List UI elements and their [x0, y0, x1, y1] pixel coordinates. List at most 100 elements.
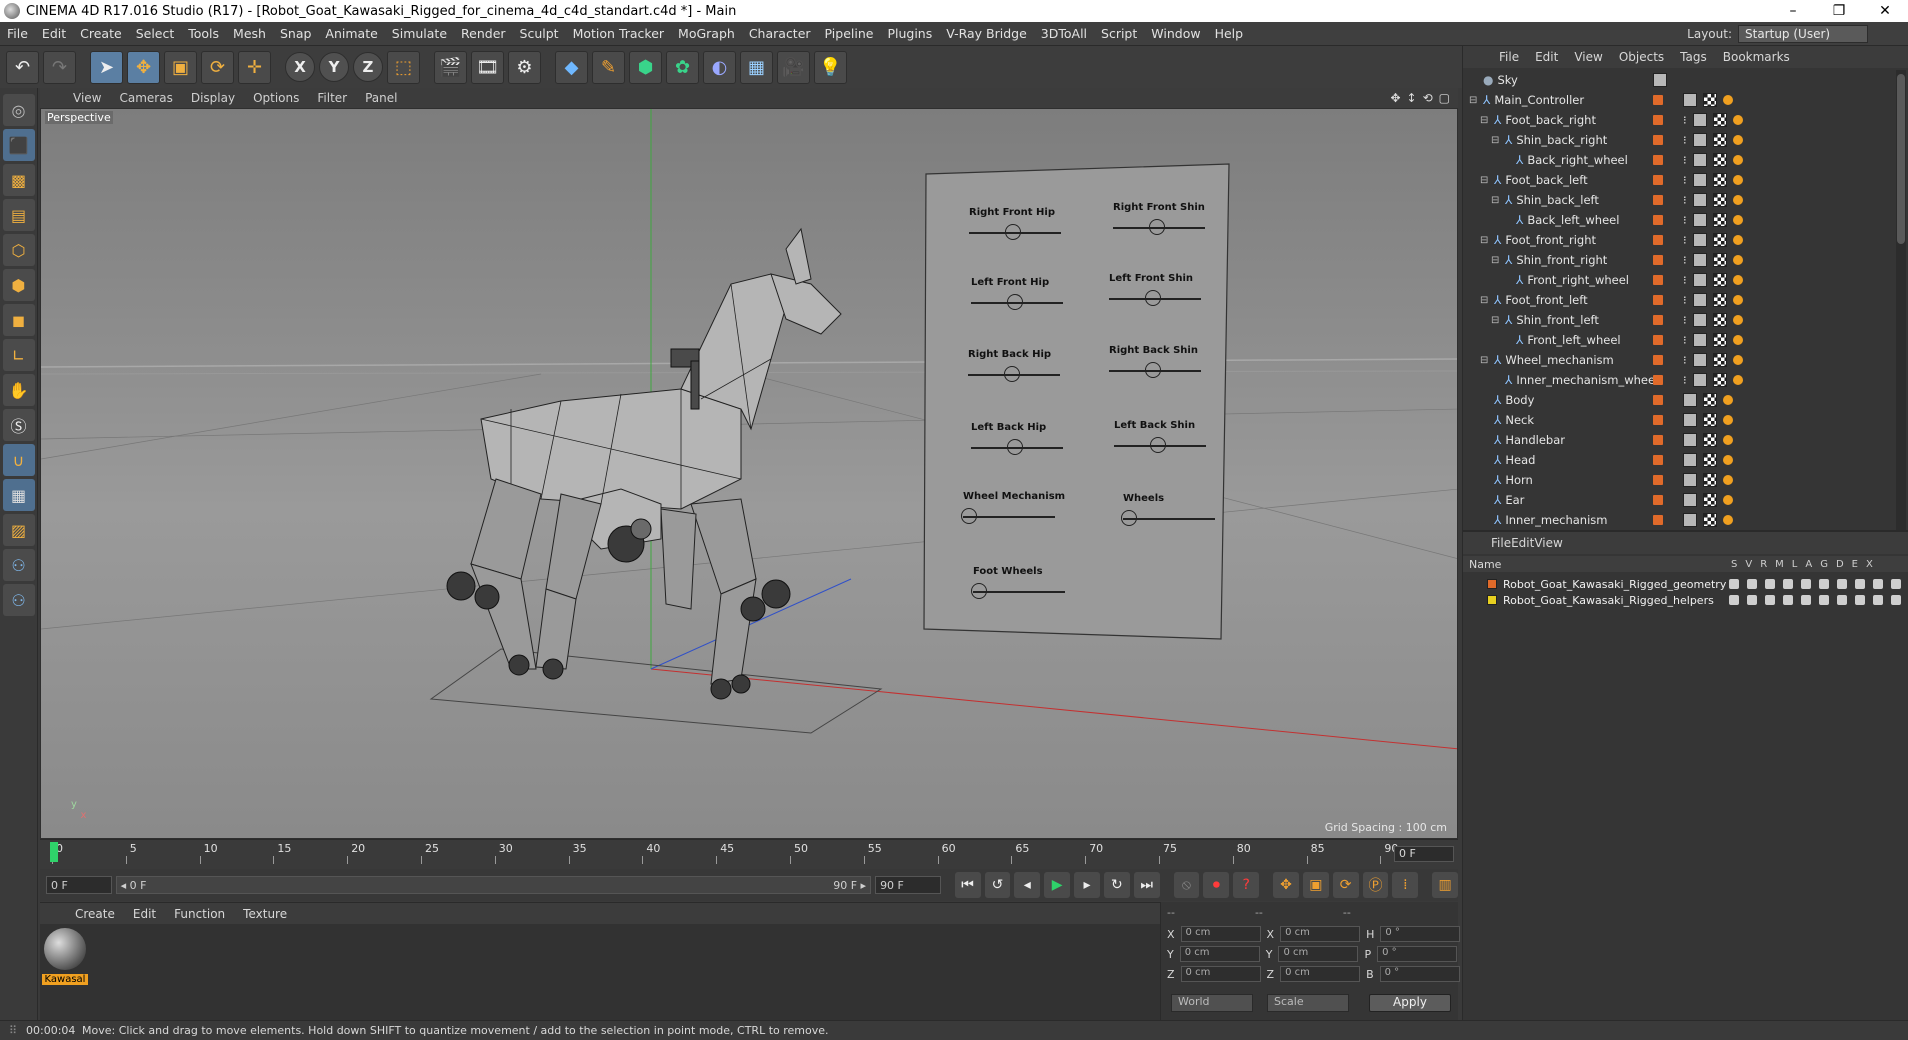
texture-tag-icon[interactable] — [1712, 293, 1727, 307]
board-slider-knob[interactable] — [1004, 366, 1020, 382]
autokeying-icon[interactable]: ? — [1233, 872, 1260, 898]
board-slider-knob[interactable] — [1007, 294, 1023, 310]
object-name[interactable]: Shin_back_left — [1516, 193, 1599, 207]
object-row[interactable]: ⅄ Body — [1463, 390, 1895, 410]
board-slider-track[interactable] — [971, 583, 1065, 599]
object-name[interactable]: Shin_front_right — [1516, 253, 1607, 267]
layer-name[interactable]: Robot_Goat_Kawasaki_Rigged_geometry — [1503, 578, 1726, 591]
menu-sculpt[interactable]: Sculpt — [513, 26, 566, 41]
layer-color-icon[interactable] — [1653, 175, 1663, 185]
coord-value-field[interactable]: 0 cm — [1278, 946, 1359, 962]
menu-animate[interactable]: Animate — [318, 26, 384, 41]
record-keyframe-disabled-icon[interactable]: ⦸ — [1173, 872, 1200, 898]
texture-tag-icon[interactable] — [1712, 113, 1727, 127]
layer-flag-toggle[interactable] — [1765, 595, 1775, 605]
object-name[interactable]: Shin_back_right — [1516, 133, 1607, 147]
tweak-mode-icon[interactable]: ✋ — [2, 374, 35, 406]
texture-tag-icon[interactable] — [1712, 373, 1727, 387]
workplane-icon[interactable]: ▤ — [2, 199, 35, 231]
object-name[interactable]: Front_right_wheel — [1527, 273, 1629, 287]
array-icon[interactable]: ✿ — [666, 50, 699, 84]
menu-tools[interactable]: Tools — [181, 26, 226, 41]
object-row[interactable]: ⊟ ⅄ Foot_back_right ⁝ — [1463, 110, 1895, 130]
viewport-menu-panel[interactable]: Panel — [356, 91, 406, 105]
layer-flag-toggle[interactable] — [1873, 579, 1883, 589]
coord-value-field[interactable]: 0 cm — [1180, 966, 1261, 982]
xpresso-tag-icon[interactable] — [1692, 153, 1707, 167]
ik-tag-icon[interactable]: ⁝ — [1683, 233, 1687, 247]
pan-icon[interactable]: ✥ — [1390, 91, 1400, 105]
layout-dropdown[interactable]: Startup (User) — [1738, 24, 1868, 43]
playhead[interactable] — [50, 842, 58, 862]
spline-pen-icon[interactable]: ✎ — [592, 50, 625, 84]
layer-color-icon[interactable] — [1653, 335, 1663, 345]
model-mode-icon[interactable]: ⬛ — [2, 129, 35, 161]
menu-pipeline[interactable]: Pipeline — [818, 26, 881, 41]
play-icon[interactable]: ▶ — [1044, 872, 1071, 898]
object-menu-file[interactable]: File — [1491, 50, 1527, 64]
object-name[interactable]: Wheel_mechanism — [1505, 353, 1613, 367]
menu-mograph[interactable]: MoGraph — [671, 26, 742, 41]
material-tag-icon[interactable] — [1732, 275, 1743, 285]
board-slider-knob[interactable] — [1005, 224, 1021, 240]
viewport-menu-cameras[interactable]: Cameras — [110, 91, 181, 105]
go-to-start-icon[interactable]: ⏮ — [954, 872, 981, 898]
layer-row[interactable]: Robot_Goat_Kawasaki_Rigged_helpers — [1463, 592, 1908, 608]
ik-tag-icon[interactable]: ⁝ — [1683, 113, 1687, 127]
material-tag-icon[interactable] — [1732, 255, 1743, 265]
object-row[interactable]: ⊟ ⅄ Shin_front_right ⁝ — [1463, 250, 1895, 270]
menu-window[interactable]: Window — [1144, 26, 1207, 41]
object-name[interactable]: Main_Controller — [1494, 93, 1584, 107]
object-row[interactable]: ⅄ Ear — [1463, 490, 1895, 510]
material-tag-icon[interactable] — [1723, 435, 1733, 445]
layer-color-icon[interactable] — [1653, 275, 1663, 285]
ik-tag-icon[interactable]: ⁝ — [1683, 253, 1687, 267]
layer-color-icon[interactable] — [1653, 375, 1663, 385]
material-tag-icon[interactable] — [1732, 135, 1743, 145]
xpresso-tag-icon[interactable] — [1683, 413, 1697, 427]
object-row[interactable]: ⊟ ⅄ Shin_back_left ⁝ — [1463, 190, 1895, 210]
material-tag-icon[interactable] — [1732, 355, 1743, 365]
layer-color-icon[interactable] — [1653, 235, 1663, 245]
layer-flag-toggle[interactable] — [1855, 579, 1865, 589]
timeline-ruler[interactable]: 0 5 10 15 20 25 30 35 40 45 50 55 60 65 70 75 80 85 90 0 F — [40, 839, 1458, 869]
layer-flag-toggle[interactable] — [1765, 579, 1775, 589]
texture-tag-icon[interactable] — [1712, 333, 1727, 347]
board-slider-knob[interactable] — [1145, 290, 1161, 306]
object-row[interactable]: ● Sky — [1463, 70, 1895, 90]
material-tag-icon[interactable] — [1723, 455, 1733, 465]
material-preview-icon[interactable] — [44, 928, 86, 970]
layer-color-icon[interactable] — [1653, 195, 1663, 205]
xpresso-tag-icon[interactable] — [1692, 293, 1707, 307]
texture-tag-icon[interactable] — [1712, 273, 1727, 287]
redo-icon[interactable]: ↷ — [43, 50, 76, 84]
material-tag-icon[interactable] — [1732, 155, 1743, 165]
menu-select[interactable]: Select — [129, 26, 182, 41]
coord-value-field[interactable]: 0 cm — [1280, 966, 1361, 982]
layer-color-icon[interactable] — [1653, 355, 1663, 365]
coord-value-field[interactable]: 0 cm — [1280, 926, 1361, 942]
ik-tag-icon[interactable]: ⁝ — [1683, 133, 1687, 147]
xpresso-tag-icon[interactable] — [1683, 513, 1697, 527]
board-slider-knob[interactable] — [1121, 510, 1137, 526]
xpresso-tag-icon[interactable] — [1692, 173, 1707, 187]
texture-tag-icon[interactable] — [1712, 313, 1727, 327]
layer-color-icon[interactable] — [1653, 215, 1663, 225]
polygons-mode-icon[interactable]: ◼ — [2, 304, 35, 336]
board-slider-knob[interactable] — [961, 508, 977, 524]
xpresso-tag-icon[interactable] — [1692, 333, 1707, 347]
object-name[interactable]: Foot_front_right — [1505, 233, 1596, 247]
subdivision-surface-icon[interactable]: ⬢ — [629, 50, 662, 84]
expand-toggle-icon[interactable]: ⊟ — [1480, 235, 1490, 246]
object-row[interactable]: ⅄ Horn — [1463, 470, 1895, 490]
texture-tag-icon[interactable] — [1703, 93, 1717, 107]
material-tag-icon[interactable] — [1732, 235, 1743, 245]
texture-tag-icon[interactable] — [1703, 413, 1717, 427]
undo-icon[interactable]: ↶ — [6, 50, 39, 84]
coordinate-system-icon[interactable]: ⬚ — [387, 50, 420, 84]
coordinate-mode-dropdown[interactable]: Scale — [1267, 994, 1349, 1012]
board-slider-knob[interactable] — [1150, 437, 1166, 453]
coord-value-field[interactable]: 0 ° — [1380, 926, 1461, 942]
ik-tag-icon[interactable]: ⁝ — [1683, 353, 1687, 367]
layer-flag-toggle[interactable] — [1819, 579, 1829, 589]
